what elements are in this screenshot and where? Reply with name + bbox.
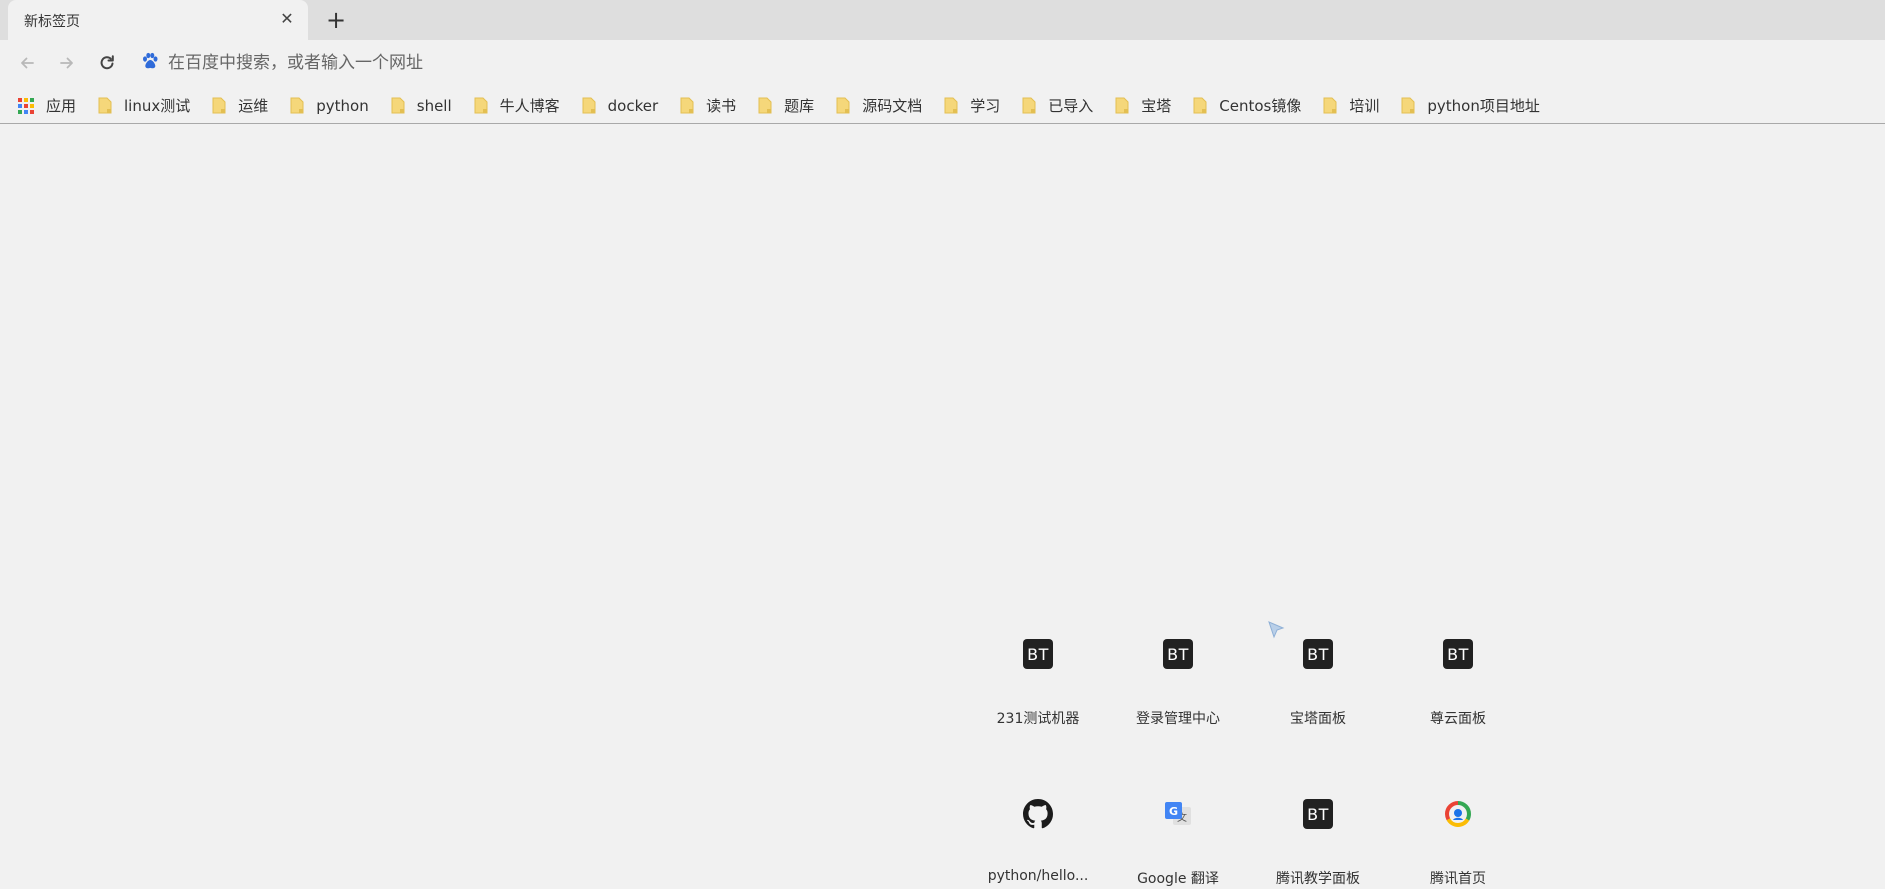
folder-icon	[1022, 97, 1036, 114]
folder-icon	[474, 97, 488, 114]
bookmark-label: 宝塔	[1141, 97, 1172, 115]
back-arrow-icon[interactable]	[14, 50, 40, 76]
bookmark-item[interactable]: 牛人博客	[474, 92, 560, 120]
folder-icon	[1193, 97, 1207, 114]
forward-arrow-icon[interactable]	[54, 50, 80, 76]
bookmark-label: 读书	[706, 97, 737, 115]
toolbar	[0, 40, 1885, 86]
bookmark-label: 源码文档	[862, 97, 923, 115]
folder-icon	[98, 97, 112, 114]
shortcut-tile[interactable]: python/hello...	[968, 778, 1108, 889]
shortcut-label: python/hello...	[987, 868, 1089, 884]
bt-icon: BT	[1162, 638, 1194, 670]
shortcut-label: 尊云面板	[1430, 711, 1486, 727]
shortcut-tile[interactable]: BT 231测试机器	[968, 618, 1108, 748]
tab-title: 新标签页	[24, 14, 80, 30]
folder-icon	[1323, 97, 1337, 114]
bookmark-label: python	[316, 96, 369, 115]
bookmark-label: 已导入	[1048, 97, 1094, 115]
folder-icon	[1115, 97, 1129, 114]
bookmarks-bar: 应用 linux测试 运维 python shell 牛人博客 docker 读书 题库 源码文档…	[0, 88, 1885, 124]
shortcut-label: 腾讯首页	[1430, 871, 1486, 887]
new-tab-plus-icon[interactable]: +	[322, 7, 350, 33]
bookmark-item[interactable]: 题库	[758, 92, 814, 120]
bt-icon-glyph: BT	[1163, 639, 1193, 669]
bookmark-label: 学习	[970, 97, 1001, 115]
bookmark-item[interactable]: 源码文档	[836, 92, 922, 120]
omnibox[interactable]	[140, 48, 1740, 78]
bookmark-label: Centos镜像	[1219, 97, 1302, 115]
bookmark-item[interactable]: 培训	[1323, 92, 1379, 120]
baidu-paw-icon	[140, 51, 160, 75]
shortcut-label: Google 翻译	[1137, 871, 1219, 887]
bookmark-label: linux测试	[124, 97, 191, 115]
folder-icon	[944, 97, 958, 114]
bookmark-label: 运维	[238, 97, 269, 115]
bookmark-label: python项目地址	[1427, 97, 1540, 115]
bt-icon-glyph: BT	[1023, 639, 1053, 669]
bookmark-label: 应用	[46, 97, 77, 115]
folder-icon	[290, 97, 304, 114]
shortcut-tile[interactable]: 腾讯首页	[1388, 778, 1528, 889]
bt-icon-glyph: BT	[1303, 799, 1333, 829]
bt-icon: BT	[1302, 638, 1334, 670]
reload-icon[interactable]	[94, 50, 120, 76]
bookmark-item[interactable]: Centos镜像	[1193, 92, 1301, 120]
folder-icon	[836, 97, 850, 114]
shortcut-label: 231测试机器	[996, 711, 1080, 727]
shortcut-tiles: BT 231测试机器 BT 登录管理中心 BT 宝塔面板 BT 尊云面板 python/hell…	[968, 618, 1528, 889]
folder-icon	[1401, 97, 1415, 114]
bookmark-item[interactable]: shell	[391, 92, 452, 120]
bookmark-label: shell	[416, 96, 452, 115]
bookmark-item[interactable]: linux测试	[98, 92, 190, 120]
shortcut-tile[interactable]: BT 尊云面板	[1388, 618, 1528, 748]
shortcut-label: 宝塔面板	[1290, 711, 1346, 727]
tab-close-icon[interactable]: ✕	[276, 8, 298, 30]
mouse-cursor-icon	[1267, 620, 1285, 644]
shortcut-label: 腾讯教学面板	[1276, 871, 1360, 887]
bookmark-item[interactable]: 读书	[680, 92, 736, 120]
tencent-icon	[1442, 798, 1474, 830]
folder-icon	[212, 97, 226, 114]
tab-strip: 新标签页 ✕ +	[0, 0, 1885, 40]
bookmark-item[interactable]: python	[290, 92, 369, 120]
bookmark-item[interactable]: 已导入	[1022, 92, 1093, 120]
folder-icon	[582, 97, 596, 114]
bt-icon: BT	[1442, 638, 1474, 670]
shortcut-label: 登录管理中心	[1136, 711, 1220, 727]
bookmark-item[interactable]: 学习	[944, 92, 1000, 120]
bookmark-label: 培训	[1349, 97, 1380, 115]
shortcut-tile[interactable]: 文 G Google 翻译	[1108, 778, 1248, 889]
bt-icon: BT	[1022, 638, 1054, 670]
apps-grid-icon	[18, 97, 34, 114]
omnibox-input[interactable]	[168, 53, 1668, 73]
folder-icon	[680, 97, 694, 114]
folder-icon	[391, 97, 405, 114]
github-icon	[1022, 798, 1054, 830]
folder-icon	[758, 97, 772, 114]
shortcut-tile[interactable]: BT 登录管理中心	[1108, 618, 1248, 748]
browser-window: 新标签页 ✕ + 应用	[0, 0, 1885, 889]
bookmark-item[interactable]: 应用	[18, 92, 76, 120]
bookmark-item[interactable]: docker	[582, 92, 659, 120]
bookmark-label: 牛人博客	[499, 97, 560, 115]
bt-icon: BT	[1302, 798, 1334, 830]
svg-text:G: G	[1169, 805, 1178, 818]
bookmark-item[interactable]: 宝塔	[1115, 92, 1171, 120]
bookmark-label: 题库	[784, 97, 815, 115]
bookmark-label: docker	[607, 96, 659, 115]
shortcut-tile[interactable]: BT 腾讯教学面板	[1248, 778, 1388, 889]
bookmark-item[interactable]: python项目地址	[1401, 92, 1540, 120]
bt-icon-glyph: BT	[1443, 639, 1473, 669]
google-translate-icon: 文G	[1162, 798, 1194, 830]
bt-icon-glyph: BT	[1303, 639, 1333, 669]
tab-new-tab[interactable]: 新标签页 ✕	[8, 0, 308, 40]
bookmark-item[interactable]: 运维	[212, 92, 268, 120]
